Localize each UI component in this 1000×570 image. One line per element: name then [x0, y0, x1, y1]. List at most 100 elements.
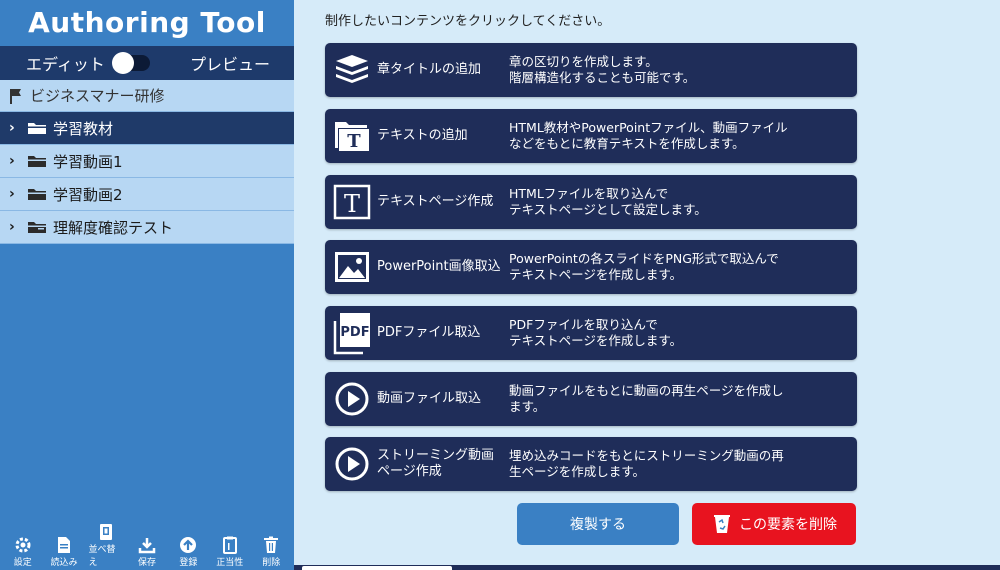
- folder-icon: [27, 187, 47, 201]
- mode-bar: エディット プレビュー: [0, 46, 294, 80]
- card-desc-line: テキストページとして設定します。: [509, 202, 707, 217]
- register-button[interactable]: 登録: [171, 536, 205, 568]
- card-title: テキストページ作成: [377, 194, 494, 209]
- bottom-toolbar: 設定 読込み 並べ替え 保存 登録 正当性 削除: [0, 524, 294, 570]
- tree-item-label: 理解度確認テスト: [53, 218, 174, 237]
- card-desc-line: PowerPointの各スライドをPNG形式で取込んで: [509, 251, 779, 266]
- play-icon: [331, 443, 373, 485]
- import-pdf-card[interactable]: PDF PDFファイル取込 PDFファイルを取り込んで テキストページを作成しま…: [325, 306, 857, 360]
- card-desc-line: HTML教材やPowerPointファイル、動画ファイル: [509, 120, 788, 135]
- card-description: 埋め込みコードをもとにストリーミング動画の再 生ページを作成します。: [509, 448, 819, 480]
- chevron-right-icon[interactable]: ›: [9, 120, 23, 136]
- folder-icon: [27, 220, 47, 234]
- tool-label: 削除: [262, 558, 281, 568]
- app-title: Authoring Tool: [0, 0, 294, 46]
- folder-icon: [27, 154, 47, 168]
- card-title: テキストの追加: [377, 128, 468, 143]
- card-title: PowerPoint画像取込: [377, 259, 501, 274]
- mode-toggle[interactable]: [112, 52, 151, 74]
- text-page-icon: T: [331, 181, 373, 223]
- preview-mode-label: プレビュー: [189, 55, 270, 74]
- tree-item-label: 学習動画2: [53, 185, 123, 204]
- upload-icon: [180, 537, 197, 553]
- card-desc-line: 動画ファイルをもとに動画の再生ページを作成し: [509, 383, 784, 398]
- tool-label: 読込み: [50, 558, 78, 568]
- card-description: 章の区切りを作成します。 階層構造化することも可能です。: [509, 54, 819, 86]
- tool-label: 正当性: [216, 558, 244, 568]
- edit-mode-label: エディット: [26, 55, 105, 74]
- card-desc-line: 埋め込みコードをもとにストリーミング動画の再: [509, 448, 784, 463]
- sort-icon: [99, 524, 112, 540]
- tree-root[interactable]: ビジネスマナー研修: [0, 80, 294, 112]
- instruction-text: 制作したいコンテンツをクリックしてください。: [325, 14, 611, 29]
- play-icon: [331, 378, 373, 420]
- card-desc-line: HTMLファイルを取り込んで: [509, 186, 669, 201]
- card-title: 動画ファイル取込: [377, 391, 482, 406]
- stack-icon: [331, 49, 373, 91]
- card-description: PDFファイルを取り込んで テキストページを作成します。: [509, 317, 819, 349]
- bottom-tab[interactable]: [302, 566, 452, 570]
- card-desc-line: ます。: [509, 399, 546, 414]
- svg-text:T: T: [347, 131, 361, 152]
- tree-item-video1[interactable]: › 学習動画1: [0, 145, 294, 178]
- duplicate-button-label: 複製する: [570, 517, 626, 533]
- tree-root-label: ビジネスマナー研修: [30, 87, 165, 105]
- import-powerpoint-image-card[interactable]: PowerPoint画像取込 PowerPointの各スライドをPNG形式で取込…: [325, 240, 857, 294]
- streaming-video-page-card[interactable]: ストリーミング動画 ページ作成 埋め込みコードをもとにストリーミング動画の再 生…: [325, 437, 857, 491]
- tool-label: 保存: [137, 558, 156, 568]
- card-title: PDFファイル取込: [377, 325, 481, 340]
- tree-item-materials[interactable]: › 学習教材: [0, 112, 294, 145]
- tool-label: 登録: [179, 558, 198, 568]
- svg-text:T: T: [344, 190, 360, 218]
- card-desc-line: 章の区切りを作成します。: [509, 54, 658, 69]
- tree-item-label: 学習教材: [53, 119, 114, 138]
- image-icon: [331, 246, 373, 288]
- chevron-right-icon[interactable]: ›: [9, 219, 23, 235]
- toggle-knob: [112, 52, 135, 74]
- pdf-icon: PDF: [331, 312, 373, 355]
- tool-label: 並べ替え: [88, 545, 116, 568]
- card-title-line: ページ作成: [377, 464, 442, 479]
- tree-item-label: 学習動画1: [53, 152, 123, 171]
- create-text-page-card[interactable]: T テキストページ作成 HTMLファイルを取り込んで テキストページとして設定し…: [325, 175, 857, 229]
- card-desc-line: テキストページを作成します。: [509, 267, 683, 282]
- svg-text:PDF: PDF: [340, 325, 369, 340]
- load-button[interactable]: 読込み: [47, 536, 81, 568]
- card-title-line: ストリーミング動画: [377, 448, 495, 463]
- card-title: 章タイトルの追加: [377, 62, 482, 77]
- card-desc-line: PDFファイルを取り込んで: [509, 317, 658, 332]
- chevron-right-icon[interactable]: ›: [9, 153, 23, 169]
- card-description: HTMLファイルを取り込んで テキストページとして設定します。: [509, 186, 819, 218]
- card-desc-line: テキストページを作成します。: [509, 333, 683, 348]
- trash-icon: [264, 536, 279, 553]
- sort-button[interactable]: 並べ替え: [89, 523, 123, 568]
- delete-element-button[interactable]: この要素を削除: [692, 503, 856, 545]
- card-desc-line: 階層構造化することも可能です。: [509, 70, 696, 85]
- chevron-right-icon[interactable]: ›: [9, 186, 23, 202]
- add-text-card[interactable]: T テキストの追加 HTML教材やPowerPointファイル、動画ファイル な…: [325, 109, 857, 163]
- card-description: HTML教材やPowerPointファイル、動画ファイル などをもとに教育テキス…: [509, 120, 819, 152]
- tool-label: 設定: [13, 558, 32, 568]
- folder-text-icon: T: [331, 115, 373, 157]
- main-panel: 制作したいコンテンツをクリックしてください。 章タイトルの追加 章の区切りを作成…: [294, 0, 1000, 570]
- save-button[interactable]: 保存: [130, 536, 164, 568]
- download-icon: [138, 538, 156, 554]
- validate-button[interactable]: 正当性: [213, 536, 247, 568]
- settings-button[interactable]: 設定: [6, 536, 40, 568]
- delete-tool-button[interactable]: 削除: [254, 536, 288, 568]
- duplicate-button[interactable]: 複製する: [517, 503, 679, 545]
- document-icon: [58, 537, 71, 553]
- card-title: ストリーミング動画 ページ作成: [377, 448, 507, 480]
- folder-icon: [27, 121, 47, 135]
- gear-icon: [15, 537, 31, 553]
- tree-item-video2[interactable]: › 学習動画2: [0, 178, 294, 211]
- add-chapter-title-card[interactable]: 章タイトルの追加 章の区切りを作成します。 階層構造化することも可能です。: [325, 43, 857, 97]
- import-video-card[interactable]: 動画ファイル取込 動画ファイルをもとに動画の再生ページを作成し ます。: [325, 372, 857, 426]
- sidebar: Authoring Tool エディット プレビュー ビジネスマナー研修 › 学…: [0, 0, 294, 570]
- card-description: PowerPointの各スライドをPNG形式で取込んで テキストページを作成しま…: [509, 251, 819, 283]
- flag-icon: [10, 88, 21, 104]
- tree-item-test[interactable]: › 理解度確認テスト: [0, 211, 294, 244]
- card-desc-line: などをもとに教育テキストを作成します。: [509, 136, 745, 151]
- delete-button-label: この要素を削除: [739, 517, 837, 533]
- clipboard-icon: [222, 536, 237, 554]
